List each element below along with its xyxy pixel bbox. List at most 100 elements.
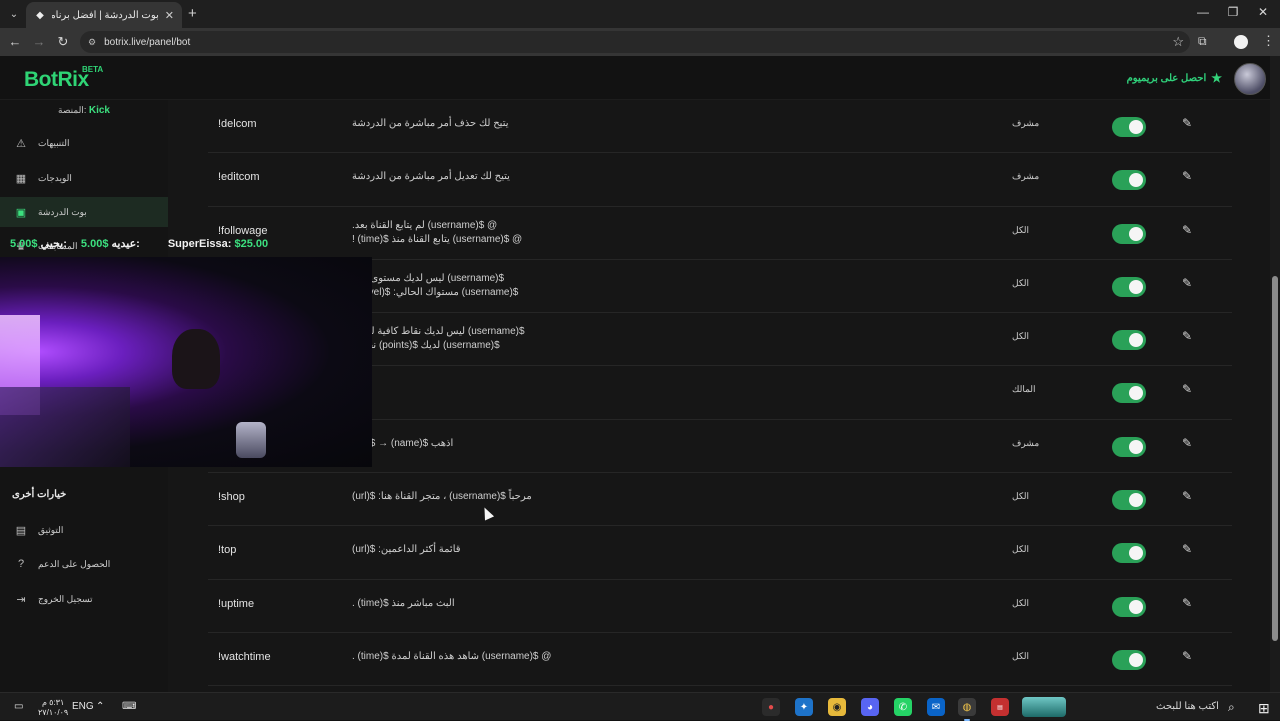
command-enabled-toggle[interactable]: [1112, 490, 1146, 511]
taskbar-clock[interactable]: ٥:٣١ م ٢٧/١٠/٠٩: [38, 698, 68, 718]
toggle-knob: [1129, 652, 1143, 667]
tray-chevron-icon[interactable]: ⌃: [96, 701, 104, 712]
get-premium-link[interactable]: ★ احصل على بريميوم: [1127, 71, 1222, 85]
command-enabled-toggle[interactable]: [1112, 170, 1146, 191]
donation-item: 5.00$ عيديه:: [80, 238, 140, 250]
whatsapp-icon[interactable]: ✆: [894, 698, 912, 716]
command-row: !editcom يتيح لك تعديل أمر مباشرة من الدر…: [208, 153, 1232, 207]
browser-tab-strip: ⌄ ◆ بوت الدردشة | أفضل برنامج لتعزيز ✕ +…: [0, 0, 1280, 28]
scroll-thumb[interactable]: [1272, 276, 1278, 641]
bookmark-star-icon[interactable]: ☆: [1172, 34, 1184, 50]
command-name: !editcom: [218, 171, 260, 184]
sidebar-item-label: التوثيق: [38, 524, 64, 535]
command-row: !delcom يتيح لك حذف أمر مباشرة من الدردشة…: [208, 100, 1232, 154]
new-tab-icon[interactable]: +: [188, 5, 197, 22]
app-icon[interactable]: ✦: [795, 698, 813, 716]
sidebar-item-label: الحصول على الدعم: [38, 558, 111, 569]
command-name: !top: [218, 544, 237, 557]
command-permission: الكل: [1012, 491, 1030, 502]
reload-icon[interactable]: ↻: [54, 34, 72, 50]
command-response: يتيح لك حذف أمر مباشرة من الدردشة: [352, 117, 509, 131]
webcam-streamer: [172, 329, 220, 389]
url-field[interactable]: ⚙ botrix.live/panel/bot ☆: [80, 31, 1190, 53]
command-enabled-toggle[interactable]: [1112, 436, 1146, 457]
chat-app-icon[interactable]: ◉: [828, 698, 846, 716]
command-response: @ $(username) شاهد هذه القناة لمدة $(tim…: [352, 650, 551, 664]
edit-pencil-icon[interactable]: ✎: [1182, 223, 1192, 237]
command-enabled-toggle[interactable]: [1112, 117, 1146, 137]
user-avatar[interactable]: [1234, 63, 1266, 95]
sidebar-item-label: التنبيهات: [38, 137, 70, 148]
browser-tab[interactable]: ◆ بوت الدردشة | أفضل برنامج لتعزيز ✕: [26, 2, 182, 28]
edit-pencil-icon[interactable]: ✎: [1182, 596, 1192, 610]
platform-indicator: المنصة: Kick: [0, 105, 168, 116]
taskbar-search[interactable]: اكتب هنا للبحث: [1156, 701, 1219, 712]
edit-pencil-icon[interactable]: ✎: [1182, 436, 1192, 450]
webcam-desk: [0, 387, 130, 467]
command-row: !uptime البث مباشر منذ $(time) . الكل ✎: [208, 580, 1232, 633]
command-enabled-toggle[interactable]: [1112, 649, 1146, 670]
command-enabled-toggle[interactable]: [1112, 330, 1146, 351]
discord-icon[interactable]: ◕: [861, 698, 879, 716]
edit-pencil-icon[interactable]: ✎: [1182, 329, 1192, 343]
search-icon[interactable]: ⌕: [1228, 700, 1235, 715]
keyboard-icon[interactable]: ⌨: [122, 701, 136, 712]
donation-item: 5.00$ يحيي:: [10, 238, 67, 250]
restore-icon[interactable]: ❐: [1218, 5, 1248, 19]
edit-pencil-icon[interactable]: ✎: [1182, 382, 1192, 396]
forward-icon[interactable]: →: [30, 34, 48, 49]
weather-widget[interactable]: [1022, 697, 1066, 717]
command-row: !shop مرحباً $(username) ، متجر القناة هن…: [208, 473, 1232, 527]
close-window-icon[interactable]: ✕: [1248, 5, 1278, 19]
edit-pencil-icon[interactable]: ✎: [1182, 542, 1192, 556]
command-enabled-toggle[interactable]: [1112, 596, 1146, 617]
response-line: البث مباشر منذ $(time) .: [352, 597, 455, 609]
command-name: !followage: [218, 224, 268, 237]
tab-search-icon[interactable]: ⌄: [4, 4, 24, 24]
response-line: @ $(username) يتابع القناة منذ $(time) !: [352, 233, 523, 245]
sidebar-item-label: الويدجات: [38, 172, 72, 183]
voicemeeter-icon[interactable]: ▤: [991, 698, 1009, 716]
obs-app-icon[interactable]: ●: [762, 698, 780, 716]
notification-icon[interactable]: ▭: [14, 701, 23, 712]
language-indicator[interactable]: ENG: [72, 701, 94, 712]
sidebar-item-alerts[interactable]: ⚠ التنبيهات: [0, 128, 168, 158]
minimize-icon[interactable]: —: [1188, 5, 1218, 19]
extensions-icon[interactable]: ⧉: [1198, 34, 1207, 49]
command-enabled-toggle[interactable]: [1112, 383, 1146, 404]
back-icon[interactable]: ←: [6, 34, 24, 49]
command-response: $(username) ليس لديك مستوى بعد. $(usernam…: [352, 272, 518, 300]
logout-icon: ⇥: [16, 593, 26, 606]
command-enabled-toggle[interactable]: [1112, 276, 1146, 297]
command-permission: الكل: [1012, 331, 1030, 342]
command-enabled-toggle[interactable]: [1112, 543, 1146, 564]
command-permission: الكل: [1012, 277, 1030, 288]
page-scrollbar[interactable]: [1270, 56, 1280, 692]
edit-pencil-icon[interactable]: ✎: [1182, 116, 1192, 130]
botrix-logo[interactable]: BotRix: [24, 68, 89, 92]
edit-pencil-icon[interactable]: ✎: [1182, 169, 1192, 183]
command-name: !delcom: [218, 118, 257, 130]
platform-value: Kick: [88, 105, 110, 116]
response-line: مرحباً $(username) ، متجر القناة هنا: $(…: [352, 491, 532, 503]
sidebar-item-chatbot[interactable]: ▣ بوت الدردشة: [0, 197, 168, 227]
edit-pencil-icon[interactable]: ✎: [1182, 489, 1192, 503]
sidebar-item-widgets[interactable]: ▦ الويدجات: [0, 163, 168, 193]
edit-pencil-icon[interactable]: ✎: [1182, 649, 1192, 663]
tab-close-icon[interactable]: ✕: [165, 9, 174, 22]
windows-start-icon[interactable]: ⊞: [1258, 700, 1270, 717]
command-response: مرحباً $(username) ، متجر القناة هنا: $(…: [352, 490, 532, 504]
sidebar-item-docs[interactable]: ▤ التوثيق: [0, 515, 168, 545]
toggle-knob: [1129, 493, 1143, 508]
site-info-icon[interactable]: ⚙: [88, 37, 96, 48]
command-enabled-toggle[interactable]: [1112, 223, 1146, 244]
chrome-icon[interactable]: ◍: [958, 698, 976, 721]
sidebar-item-label: تسجيل الخروج: [38, 593, 93, 604]
response-line: يتيح لك حذف أمر مباشرة من الدردشة: [352, 118, 509, 129]
edit-pencil-icon[interactable]: ✎: [1182, 276, 1192, 290]
sidebar-item-logout[interactable]: ⇥ تسجيل الخروج: [0, 584, 168, 614]
browser-menu-icon[interactable]: ⋮: [1262, 33, 1275, 49]
sidebar-item-support[interactable]: ? الحصول على الدعم: [0, 549, 168, 579]
browser-profile-avatar[interactable]: [1234, 35, 1248, 49]
mail-icon[interactable]: ✉: [927, 698, 945, 716]
